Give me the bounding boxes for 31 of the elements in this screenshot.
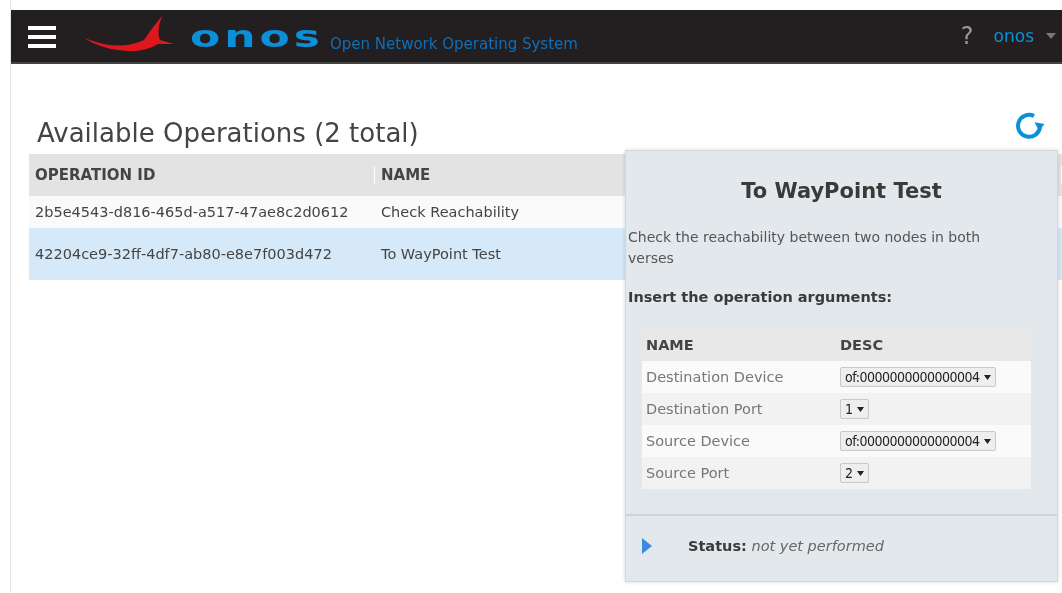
argument-name: Destination Device <box>645 369 785 385</box>
table-cell: 42204ce9-32ff-4df7-ab80-e8e7f003d472 <box>35 246 332 262</box>
column-header: DESC <box>839 337 885 353</box>
expand-icon[interactable] <box>642 538 654 554</box>
caret-icon <box>856 406 864 412</box>
arguments-heading: Insert the operation arguments: <box>627 289 894 305</box>
caret-icon <box>983 438 991 444</box>
argument-dropdown[interactable]: 2 <box>840 463 869 483</box>
argument-dropdown[interactable]: of:0000000000000004 <box>840 431 996 451</box>
argument-name: Source Device <box>645 433 751 449</box>
caret-icon <box>983 374 991 380</box>
column-header: NAME <box>645 337 695 353</box>
menu-icon[interactable] <box>28 24 56 48</box>
caret-icon <box>856 470 864 476</box>
argument-name: Source Port <box>645 465 731 481</box>
user-menu[interactable]: onos <box>993 26 1034 46</box>
logo-text: onos <box>190 20 324 52</box>
status-text: Status: not yet performed <box>688 538 884 554</box>
refresh-icon[interactable] <box>1014 110 1046 142</box>
operation-description: Check the reachability between two nodes in both verses <box>627 228 982 268</box>
table-cell: Check Reachability <box>381 204 520 220</box>
help-button[interactable]: ? <box>960 22 974 50</box>
argument-name: Destination Port <box>645 401 764 417</box>
table-cell: To WayPoint Test <box>381 246 501 262</box>
tagline: Open Network Operating System <box>330 35 578 53</box>
table-cell: 2b5e4543-d816-465d-a517-47ae8c2d0612 <box>35 204 349 220</box>
argument-dropdown[interactable]: of:0000000000000004 <box>840 367 996 387</box>
argument-dropdown[interactable]: 1 <box>840 399 869 419</box>
caret-icon[interactable] <box>1046 33 1056 39</box>
column-header: OPERATION ID <box>29 166 375 184</box>
page-title: Available Operations (2 total) <box>37 118 419 148</box>
